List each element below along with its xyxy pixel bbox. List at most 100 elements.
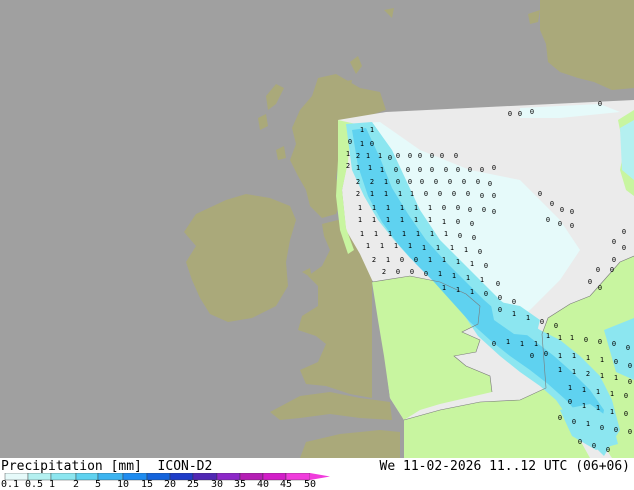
precip-value-label: 1 <box>370 126 374 134</box>
precip-value-label: 1 <box>442 284 446 292</box>
precip-value-label: 2 <box>586 370 590 378</box>
precip-value-label: 1 <box>586 420 590 428</box>
precip-value-label: 1 <box>386 216 390 224</box>
precip-value-label: 0 <box>546 216 550 224</box>
precip-value-label: 0 <box>484 262 488 270</box>
forecast-datetime: We 11-02-2026 11..12 UTC (06+06) <box>379 459 630 474</box>
precip-value-label: 1 <box>464 246 468 254</box>
precip-value-label: 0 <box>512 298 516 306</box>
precip-value-label: 1 <box>356 164 360 172</box>
precip-value-label: 0 <box>628 428 632 436</box>
precip-value-label: 0 <box>518 110 522 118</box>
precip-value-label: 1 <box>360 140 364 148</box>
precipitation-map: 1 10 1 01 2 1 1 0 0 0 0 0 0 02 1 1 1 0 0 0 0 0 0 0 0 02 2 1 0 0 0 0 0 0 0 0… <box>0 0 634 458</box>
precip-value-label: 0 <box>572 418 576 426</box>
precip-value-label: 1 <box>520 340 524 348</box>
precip-value-label: 0 <box>472 234 476 242</box>
precip-value-label: 0 <box>444 166 448 174</box>
scale-tick-label: 45 <box>279 479 293 490</box>
scale-tick-label: 50 <box>303 479 317 490</box>
precip-value-label: 0 <box>448 178 452 186</box>
scale-tick-label: 20 <box>163 479 177 490</box>
precip-value-label: 0 <box>628 362 632 370</box>
precip-value-label: 1 <box>428 204 432 212</box>
precip-value-label: 0 <box>550 200 554 208</box>
precip-value-label: 0 <box>482 206 486 214</box>
precip-value-label: 1 <box>558 366 562 374</box>
precip-value-label: 1 <box>442 218 446 226</box>
precip-value-label: 1 <box>470 260 474 268</box>
precip-value-label: 0 <box>598 338 602 346</box>
precip-value-label: 0 <box>424 270 428 278</box>
precip-value-label: 0 <box>612 340 616 348</box>
precip-value-label: 0 <box>400 256 404 264</box>
precip-value-label: 1 <box>358 216 362 224</box>
precip-value-label: 0 <box>396 268 400 276</box>
precip-value-label: 1 <box>442 256 446 264</box>
precip-value-label: 0 <box>600 424 604 432</box>
precip-value-label: 0 <box>488 180 492 188</box>
precip-value-label: 0 <box>480 166 484 174</box>
precip-value-label: 0 <box>508 110 512 118</box>
precip-value-label: 1 <box>558 352 562 360</box>
precip-value-label: 2 <box>372 256 376 264</box>
precip-value-label: 0 <box>456 204 460 212</box>
precip-value-label: 1 <box>400 216 404 224</box>
precip-value-label: 1 <box>400 204 404 212</box>
precip-value-label: 0 <box>612 238 616 246</box>
precip-value-label: 0 <box>626 344 630 352</box>
precip-value-label: 0 <box>538 190 542 198</box>
precip-value-label: 0 <box>492 208 496 216</box>
precip-value-label: 0 <box>476 178 480 186</box>
legend-title: Precipitation [mm] <box>1 459 142 474</box>
precip-value-label: 0 <box>456 218 460 226</box>
precip-value-label: 0 <box>452 190 456 198</box>
precip-value-label: 0 <box>430 152 434 160</box>
precip-value-label: 1 <box>450 244 454 252</box>
precip-value-label: 1 <box>506 338 510 346</box>
precip-value-label: 1 <box>568 384 572 392</box>
precip-value-label: 1 <box>358 204 362 212</box>
precip-value-label: 1 <box>436 244 440 252</box>
precip-value-label: 1 <box>410 190 414 198</box>
precip-value-label: 1 <box>430 230 434 238</box>
precip-value-label: 0 <box>418 152 422 160</box>
precip-value-label: 1 <box>422 244 426 252</box>
precip-value-label: 0 <box>418 166 422 174</box>
precip-value-label: 1 <box>572 352 576 360</box>
precip-value-label: 1 <box>416 230 420 238</box>
precip-value-label: 1 <box>414 216 418 224</box>
precip-value-label: 0 <box>598 284 602 292</box>
precip-value-label: 1 <box>408 242 412 250</box>
precip-value-label: 2 <box>356 152 360 160</box>
scale-tick-label: 15 <box>140 479 154 490</box>
precip-value-label: 0 <box>498 306 502 314</box>
scale-tick-label: 25 <box>186 479 200 490</box>
precip-value-label: 0 <box>388 154 392 162</box>
precip-value-label: 0 <box>570 222 574 230</box>
precip-value-label: 0 <box>496 280 500 288</box>
precip-value-label: 1 <box>386 204 390 212</box>
precip-value-label: 0 <box>458 232 462 240</box>
precip-value-label: 0 <box>394 166 398 174</box>
precip-value-label: 0 <box>606 446 610 454</box>
precip-value-label: 0 <box>530 352 534 360</box>
precip-value-label: 0 <box>468 206 472 214</box>
precip-value-label: 1 <box>600 356 604 364</box>
precip-value-label: 2 <box>382 268 386 276</box>
precip-value-label: 0 <box>420 178 424 186</box>
precip-value-label: 1 <box>582 402 586 410</box>
precip-value-label: 0 <box>596 266 600 274</box>
precip-value-label: 2 <box>370 178 374 186</box>
precip-value-label: 1 <box>466 274 470 282</box>
precip-value-label: 1 <box>480 276 484 284</box>
precip-value-label: 1 <box>570 334 574 342</box>
precip-value-label: 1 <box>414 204 418 212</box>
precip-value-label: 1 <box>360 230 364 238</box>
precip-value-label: 1 <box>374 230 378 238</box>
precip-value-label: 1 <box>534 340 538 348</box>
precip-value-label: 0 <box>498 294 502 302</box>
precip-value-label: 0 <box>624 410 628 418</box>
precip-value-label: 0 <box>530 108 534 116</box>
precip-value-label: 0 <box>414 256 418 264</box>
